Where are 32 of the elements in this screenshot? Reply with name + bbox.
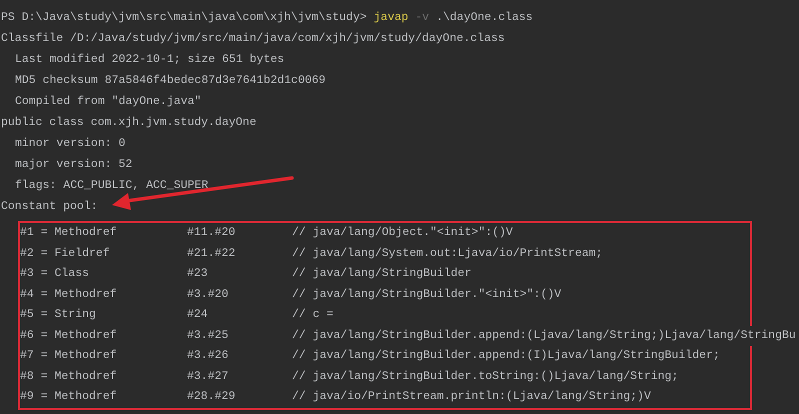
output-line: flags: ACC_PUBLIC, ACC_SUPER <box>15 178 208 194</box>
pool-reference: #23 <box>187 266 209 282</box>
pool-reference: #3.#25 <box>187 328 230 344</box>
output-line: public class com.xjh.jvm.study.dayOne <box>1 115 256 131</box>
pool-entry: #7 = Methodref <box>20 348 118 364</box>
pool-entry: #9 = Methodref <box>20 389 118 405</box>
output-line: Classfile /D:/Java/study/jvm/src/main/java/com/xjh/jvm/study/dayOne.class <box>1 31 505 47</box>
output-line: major version: 52 <box>15 157 132 173</box>
pool-entry: #3 = Class <box>20 266 90 282</box>
pool-entry: #4 = Methodref <box>20 286 118 302</box>
pool-entry: #2 = Fieldref <box>20 246 111 262</box>
pool-reference: #3.#27 <box>187 368 230 384</box>
pool-reference: #3.#26 <box>187 348 230 364</box>
pool-reference: #24 <box>187 307 209 323</box>
output-line: minor version: 0 <box>15 136 126 152</box>
output-line: Compiled from "dayOne.java" <box>15 94 202 110</box>
output-line: MD5 checksum 87a5846f4bedec87d3e7641b2d1c0069 <box>15 73 326 89</box>
output-line: Last modified 2022-10-1; size 651 bytes <box>15 52 284 68</box>
command-argument: .\dayOne.class <box>436 10 533 26</box>
pool-entry: #8 = Methodref <box>20 368 118 384</box>
pool-reference: #3.#20 <box>187 286 230 302</box>
pool-reference: #21.#22 <box>187 246 236 262</box>
pool-entry: #1 = Methodref <box>20 225 118 241</box>
output-line: Constant pool: <box>1 199 98 215</box>
pool-comment: // java/lang/StringBuilder.append:(Ljava/lang/String;)Ljava/lang/StringBu <box>292 326 796 346</box>
option-label: -v <box>415 10 430 26</box>
pool-entry: #6 = Methodref <box>20 328 118 344</box>
pool-reference: #28.#29 <box>187 389 236 405</box>
pool-reference: #11.#20 <box>187 225 236 241</box>
pool-entry: #5 = String <box>20 307 97 323</box>
prompt-path: PS D:\Java\study\jvm\src\main\java\com\xjh\jvm\study> <box>1 10 367 26</box>
command-text: javap <box>374 10 408 26</box>
